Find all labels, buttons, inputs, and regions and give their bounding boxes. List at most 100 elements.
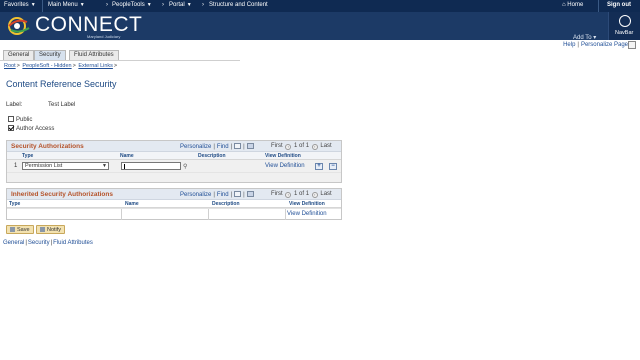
home-icon: ⌂ <box>562 2 566 8</box>
grid-pager: First ‹ 1 of 1 › Last <box>271 143 332 150</box>
tab-fluid-attributes[interactable]: Fluid Attributes <box>69 50 119 60</box>
breadcrumb-separator: > <box>113 63 118 69</box>
col-view-definition: View Definition <box>265 153 301 159</box>
lookup-search-icon[interactable]: ⚲ <box>183 163 187 170</box>
add-to-label: Add To <box>573 35 592 41</box>
chevron-down-icon: ▼ <box>186 2 192 8</box>
grid-header: Inherited Security Authorizations Person… <box>7 189 341 200</box>
footer-link-fluid-attributes[interactable]: Fluid Attributes <box>53 240 93 246</box>
favorites-menu[interactable]: Favorites ▼ <box>4 2 36 8</box>
next-icon[interactable]: › <box>311 192 318 198</box>
breadcrumb: Root> PeopleSoft - Hidden> External Link… <box>4 63 118 69</box>
last-link[interactable]: Last <box>320 191 331 197</box>
range-text: 1 of 1 <box>294 191 310 197</box>
name-input[interactable] <box>121 162 181 170</box>
view-all-icon[interactable] <box>234 191 242 197</box>
home-link[interactable]: ⌂ Home <box>562 2 583 8</box>
first-link[interactable]: First <box>271 191 283 197</box>
navbar-label: NavBar <box>615 30 634 36</box>
personalize-link[interactable]: Personalize <box>180 192 211 198</box>
notify-button[interactable]: Notify <box>36 225 66 234</box>
separator: | <box>213 192 215 198</box>
col-type: Type <box>9 201 21 207</box>
portal-menu[interactable]: Portal ▼ <box>169 2 192 8</box>
logo-subtitle: Maryland Judiciary <box>87 34 121 39</box>
first-link[interactable]: First <box>271 143 283 149</box>
download-icon[interactable] <box>246 143 254 149</box>
table-row: 1 Permission List ▼ ⚲ View Definition + − <box>7 160 341 172</box>
security-authorizations-grid: Security Authorizations Personalize | Find… <box>6 140 342 183</box>
view-definition-link[interactable]: View Definition <box>265 163 305 169</box>
tab-security[interactable]: Security <box>34 50 66 60</box>
grid-tools: Personalize | Find | | <box>180 191 254 198</box>
find-link[interactable]: Find <box>217 192 229 198</box>
help-bar: Help | Personalize Page <box>563 42 628 48</box>
separator: | <box>577 42 579 48</box>
author-access-checkbox[interactable] <box>8 125 14 131</box>
find-link[interactable]: Find <box>217 144 229 150</box>
delete-row-button[interactable]: − <box>329 163 337 170</box>
navbar-button[interactable]: NavBar <box>608 12 640 40</box>
add-to-menu[interactable]: Add To ▾ <box>573 34 596 41</box>
add-row-button[interactable]: + <box>315 163 323 170</box>
inherited-security-grid: Inherited Security Authorizations Person… <box>6 188 342 220</box>
footer-link-security[interactable]: Security <box>28 240 50 246</box>
col-view-definition: View Definition <box>289 201 325 207</box>
banner: CONNECT Maryland Judiciary Add To ▾ <box>0 12 640 41</box>
text-cursor <box>124 164 125 169</box>
peopletools-menu[interactable]: PeopleTools ▼ <box>112 2 152 8</box>
grid-pager: First ‹ 1 of 1 › Last <box>271 191 332 198</box>
breadcrumb-external-links[interactable]: External Links <box>78 63 113 69</box>
signout-link[interactable]: Sign out <box>607 2 631 8</box>
view-all-icon[interactable] <box>234 143 242 149</box>
separator: | <box>50 240 53 246</box>
table-row: View Definition <box>7 208 341 220</box>
public-checkbox[interactable] <box>8 116 14 122</box>
view-definition-link[interactable]: View Definition <box>287 211 327 217</box>
col-name: Name <box>120 153 134 159</box>
grid-title: Inherited Security Authorizations <box>11 191 113 198</box>
notify-label: Notify <box>47 227 62 233</box>
type-select-value: Permission List <box>25 163 63 169</box>
grid-column-headers: Type Name Description View Definition <box>7 152 341 160</box>
type-select[interactable]: Permission List ▼ <box>22 162 109 170</box>
cell-divider <box>285 209 286 220</box>
grid-row-spacer <box>7 172 341 182</box>
grid-title: Security Authorizations <box>11 143 84 150</box>
col-type: Type <box>22 153 34 159</box>
label-caption: Label: <box>6 102 23 108</box>
download-icon[interactable] <box>246 191 254 197</box>
help-link[interactable]: Help <box>563 42 575 48</box>
compass-icon <box>619 15 631 27</box>
favorites-label: Favorites <box>4 2 29 8</box>
main-menu[interactable]: Main Menu ▼ <box>48 2 85 8</box>
new-window-icon[interactable] <box>628 41 636 49</box>
personalize-page-link[interactable]: Personalize Page <box>581 42 628 48</box>
last-link[interactable]: Last <box>320 143 331 149</box>
structure-content-link[interactable]: Structure and Content <box>209 2 268 8</box>
save-button[interactable]: Save <box>6 225 34 234</box>
col-name: Name <box>125 201 139 207</box>
prev-icon[interactable]: ‹ <box>285 192 292 198</box>
tab-general[interactable]: General <box>3 50 35 60</box>
main-menu-label: Main Menu <box>48 2 78 8</box>
save-label: Save <box>17 227 30 233</box>
prev-icon[interactable]: ‹ <box>285 144 292 150</box>
personalize-link[interactable]: Personalize <box>180 144 211 150</box>
logo-mark-icon <box>8 17 30 35</box>
top-nav-bar: Favorites ▼ Main Menu ▼ › PeopleTools ▼ › P… <box>0 0 640 12</box>
separator: | <box>243 144 245 150</box>
label-value: Test Label <box>48 102 76 108</box>
breadcrumb-peoplesoft-hidden[interactable]: PeopleSoft - Hidden <box>22 63 71 69</box>
grid-header: Security Authorizations Personalize | Find… <box>7 141 341 152</box>
chevron-down-icon: ▼ <box>79 2 85 8</box>
breadcrumb-root[interactable]: Root <box>4 63 16 69</box>
save-icon <box>10 227 15 232</box>
author-access-checkbox-row: Author Access <box>8 125 54 132</box>
next-icon[interactable]: › <box>311 144 318 150</box>
breadcrumb-separator-icon: › <box>162 2 164 8</box>
separator: | <box>230 192 233 198</box>
footer-link-general[interactable]: General <box>3 240 24 246</box>
breadcrumb-separator-icon: › <box>202 2 204 8</box>
footer-tab-links: General|Security|Fluid Attributes <box>3 240 93 246</box>
